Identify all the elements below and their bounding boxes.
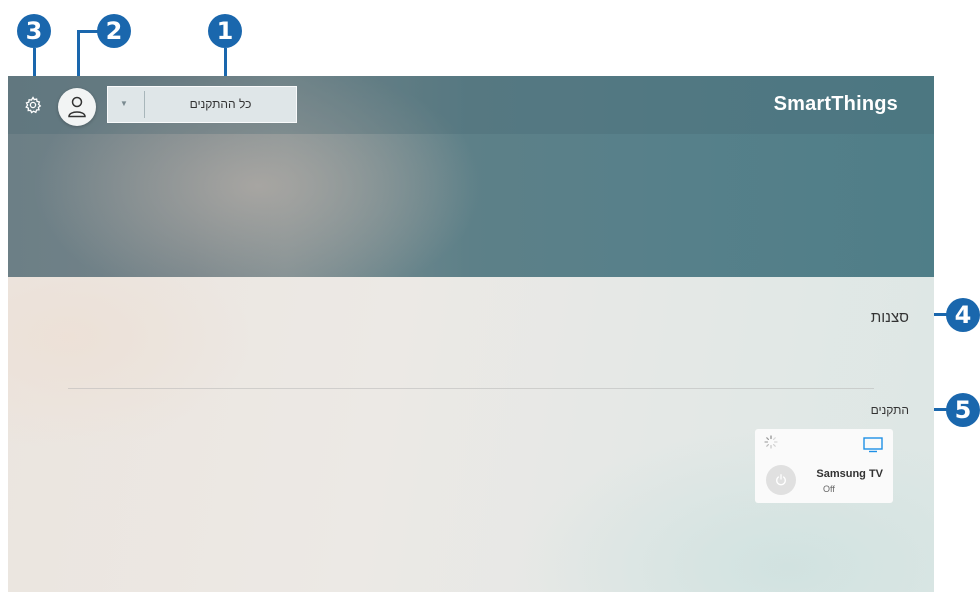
power-button[interactable] — [766, 465, 796, 495]
chevron-down-icon: ▼ — [120, 99, 128, 108]
tv-screen: ▼ כל ההתקנים SmartThings סצנות התקנים Sa… — [8, 76, 934, 592]
app-logo: SmartThings — [773, 93, 898, 115]
profile-avatar-button[interactable] — [58, 88, 96, 126]
callout-4: 4 — [946, 298, 980, 332]
scenes-heading: סצנות — [870, 309, 909, 326]
loading-spinner-icon — [764, 435, 778, 449]
dropdown-selected-label: כל ההתקנים — [189, 97, 252, 111]
tv-icon — [863, 437, 883, 453]
power-icon — [776, 474, 786, 486]
callout-2: 2 — [97, 14, 131, 48]
devices-heading: התקנים — [870, 403, 909, 417]
device-card-samsung-tv[interactable]: Samsung TV Off — [755, 429, 893, 503]
section-divider — [68, 388, 874, 389]
callout-1: 1 — [208, 14, 242, 48]
user-icon — [68, 96, 86, 118]
location-dropdown[interactable]: ▼ כל ההתקנים — [107, 86, 297, 123]
callout-3: 3 — [17, 14, 51, 48]
hero-banner: ▼ כל ההתקנים SmartThings — [8, 76, 934, 277]
callout-2-line-h — [78, 30, 98, 33]
content-area: סצנות התקנים Samsung TV Off — [8, 277, 934, 592]
device-status: Off — [823, 484, 835, 494]
device-name: Samsung TV — [816, 468, 883, 480]
top-bar: ▼ כל ההתקנים SmartThings — [8, 76, 934, 134]
callout-5: 5 — [946, 393, 980, 427]
settings-gear-icon[interactable] — [24, 96, 42, 114]
